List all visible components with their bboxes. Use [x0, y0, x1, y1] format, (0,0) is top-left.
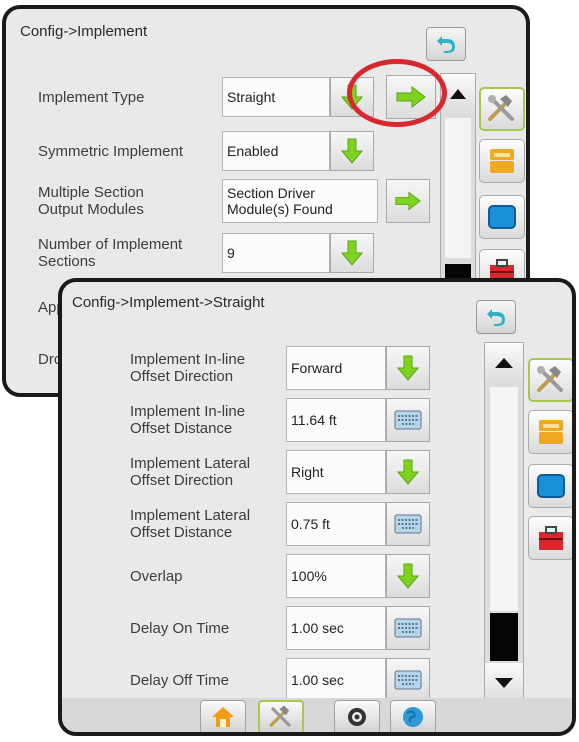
globe-icon — [403, 707, 423, 727]
page-title: Config->Implement — [20, 23, 148, 40]
output-modules-settings-button[interactable] — [386, 179, 430, 223]
green-down-arrow-icon — [397, 355, 419, 381]
tools-icon — [269, 705, 291, 727]
lateral-offset-distance-keyboard-button[interactable] — [386, 502, 430, 546]
bottom-navigation-bar — [62, 698, 572, 732]
tools-icon — [537, 366, 563, 392]
undo-arrow-icon — [487, 309, 505, 326]
row-label-implement-type: Implement Type — [38, 88, 145, 106]
row-label-multiple-section-output-modules: Multiple Section Output Modules — [38, 184, 144, 218]
row-label-symmetric-implement: Symmetric Implement — [38, 142, 184, 160]
green-down-arrow-icon — [341, 240, 363, 266]
implement-type-value[interactable]: Straight — [222, 77, 330, 117]
inline-offset-direction-value[interactable]: Forward — [286, 346, 386, 390]
keyboard-icon — [394, 670, 422, 690]
overlap-dropdown-button[interactable] — [386, 554, 430, 598]
inline-offset-distance-value[interactable]: 11.64 ft — [286, 398, 386, 442]
keyboard-icon — [394, 410, 422, 430]
lateral-offset-direction-value[interactable]: Right — [286, 450, 386, 494]
delay-off-time-value[interactable]: 1.00 sec — [286, 658, 386, 702]
row-label-number-of-implement-sections: Number of Implement Sections — [38, 236, 183, 270]
tools-tab[interactable] — [528, 358, 572, 402]
green-down-arrow-icon — [397, 459, 419, 485]
triangle-up-icon — [495, 358, 513, 368]
straight-implement-config-screen: Config->Implement->Straight Implement In… — [58, 278, 576, 736]
console-tab[interactable] — [479, 139, 525, 183]
toolbox-tab[interactable] — [528, 516, 572, 560]
globe-tab[interactable] — [390, 700, 436, 732]
keyboard-icon — [394, 514, 422, 534]
console-tab[interactable] — [528, 410, 572, 454]
row-label-inline-offset-direction: Implement In-line Offset Direction — [130, 351, 246, 385]
keyboard-icon — [394, 618, 422, 638]
symmetric-implement-value[interactable]: Enabled — [222, 131, 330, 171]
scroll-thumb[interactable] — [490, 613, 518, 661]
green-down-arrow-icon — [341, 138, 363, 164]
home-icon — [212, 707, 234, 727]
screen-tab[interactable] — [528, 464, 572, 508]
screen-icon — [537, 474, 565, 498]
green-down-arrow-icon — [397, 563, 419, 589]
number-of-sections-dropdown-button[interactable] — [330, 233, 374, 273]
delay-off-time-keyboard-button[interactable] — [386, 658, 430, 702]
multiple-section-output-modules-value: Section Driver Module(s) Found — [222, 179, 378, 223]
row-label-lateral-offset-distance: Implement Lateral Offset Distance — [130, 507, 251, 541]
scroll-track — [445, 118, 471, 258]
row-label-delay-off-time: Delay Off Time — [130, 671, 229, 689]
row-label-delay-on-time: Delay On Time — [130, 619, 230, 637]
delay-on-time-keyboard-button[interactable] — [386, 606, 430, 650]
gps-tab[interactable] — [334, 700, 380, 732]
console-icon — [490, 149, 514, 173]
undo-arrow-icon — [437, 36, 455, 53]
screen-tab[interactable] — [479, 195, 525, 239]
row-label-overlap: Overlap — [130, 567, 183, 585]
gps-icon — [348, 708, 366, 726]
toolbox-icon — [539, 526, 563, 550]
tools-bottom-tab[interactable] — [258, 700, 304, 732]
tools-tab[interactable] — [479, 87, 525, 131]
scroll-track — [490, 387, 518, 611]
row-label-lateral-offset-direction: Implement Lateral Offset Direction — [130, 455, 251, 489]
console-icon — [539, 420, 563, 444]
lateral-offset-distance-value[interactable]: 0.75 ft — [286, 502, 386, 546]
highlight-circle — [347, 59, 447, 127]
tools-icon — [488, 95, 514, 121]
inline-offset-direction-dropdown-button[interactable] — [386, 346, 430, 390]
overlap-value[interactable]: 100% — [286, 554, 386, 598]
green-right-arrow-icon — [395, 191, 421, 211]
lateral-offset-direction-dropdown-button[interactable] — [386, 450, 430, 494]
triangle-up-icon — [450, 89, 466, 99]
back-button[interactable] — [426, 27, 466, 61]
scrollbar[interactable] — [484, 342, 524, 704]
delay-on-time-value[interactable]: 1.00 sec — [286, 606, 386, 650]
triangle-down-icon — [495, 678, 513, 688]
scroll-down-button[interactable] — [485, 663, 523, 703]
page-title: Config->Implement->Straight — [72, 294, 265, 311]
back-button[interactable] — [476, 300, 516, 334]
scroll-up-button[interactable] — [485, 343, 523, 383]
number-of-implement-sections-value[interactable]: 9 — [222, 233, 330, 273]
home-tab[interactable] — [200, 700, 246, 732]
row-label-inline-offset-distance: Implement In-line Offset Distance — [130, 403, 246, 437]
screen-icon — [488, 205, 516, 229]
inline-offset-distance-keyboard-button[interactable] — [386, 398, 430, 442]
symmetric-implement-dropdown-button[interactable] — [330, 131, 374, 171]
